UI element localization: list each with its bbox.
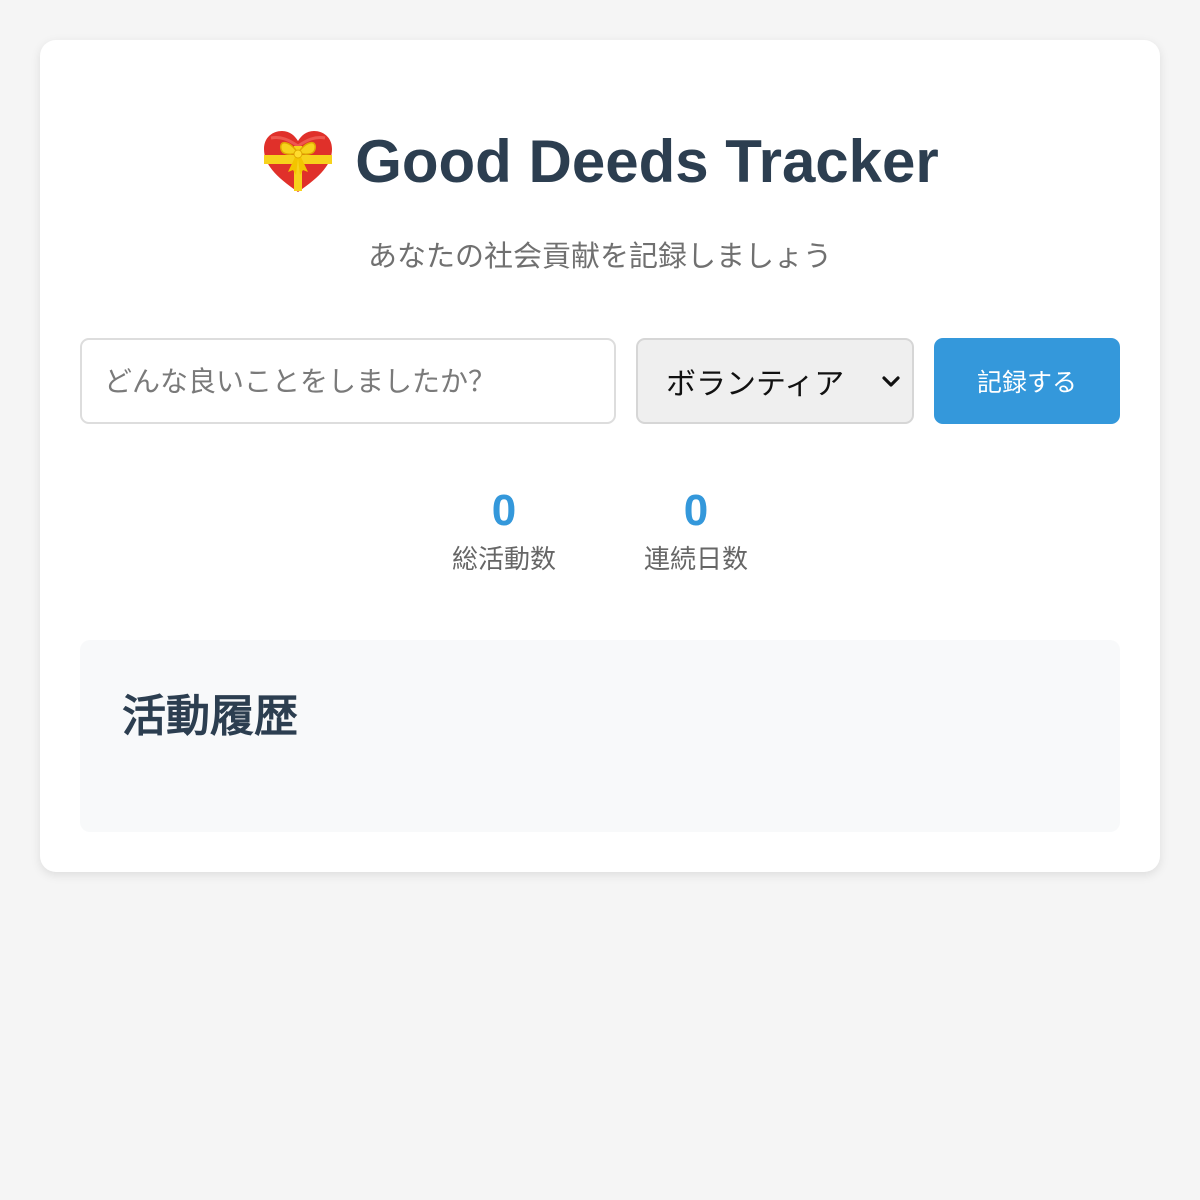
total-activities-label: 総活動数 <box>451 545 556 575</box>
gift-heart-icon <box>264 131 333 192</box>
category-select-value: ボランティア <box>666 367 845 402</box>
stat-total-activities: 0 総活動数 <box>448 484 560 582</box>
stat-streak-days: 0 連続日数 <box>640 484 752 582</box>
activity-history: 活動履歴 <box>80 640 1120 832</box>
tracker-card: Good Deeds Tracker あなたの社会貢献を記録しましょう ボランテ… <box>40 40 1160 872</box>
streak-days-value: 0 <box>683 486 709 535</box>
page-title: Good Deeds Tracker <box>355 128 939 195</box>
history-title: 活動履歴 <box>122 691 298 742</box>
header: Good Deeds Tracker <box>40 126 1160 198</box>
streak-days-label: 連続日数 <box>643 545 748 575</box>
page-subtitle: あなたの社会貢献を記録しましょう <box>367 239 832 273</box>
deed-form: ボランティア 記録する <box>80 338 1120 424</box>
record-button[interactable]: 記録する <box>934 338 1120 424</box>
chevron-down-icon <box>882 376 900 387</box>
total-activities-value: 0 <box>491 486 517 535</box>
category-select[interactable]: ボランティア <box>636 338 914 424</box>
deed-input[interactable] <box>80 338 616 424</box>
stats: 0 総活動数 0 連続日数 <box>40 484 1160 582</box>
